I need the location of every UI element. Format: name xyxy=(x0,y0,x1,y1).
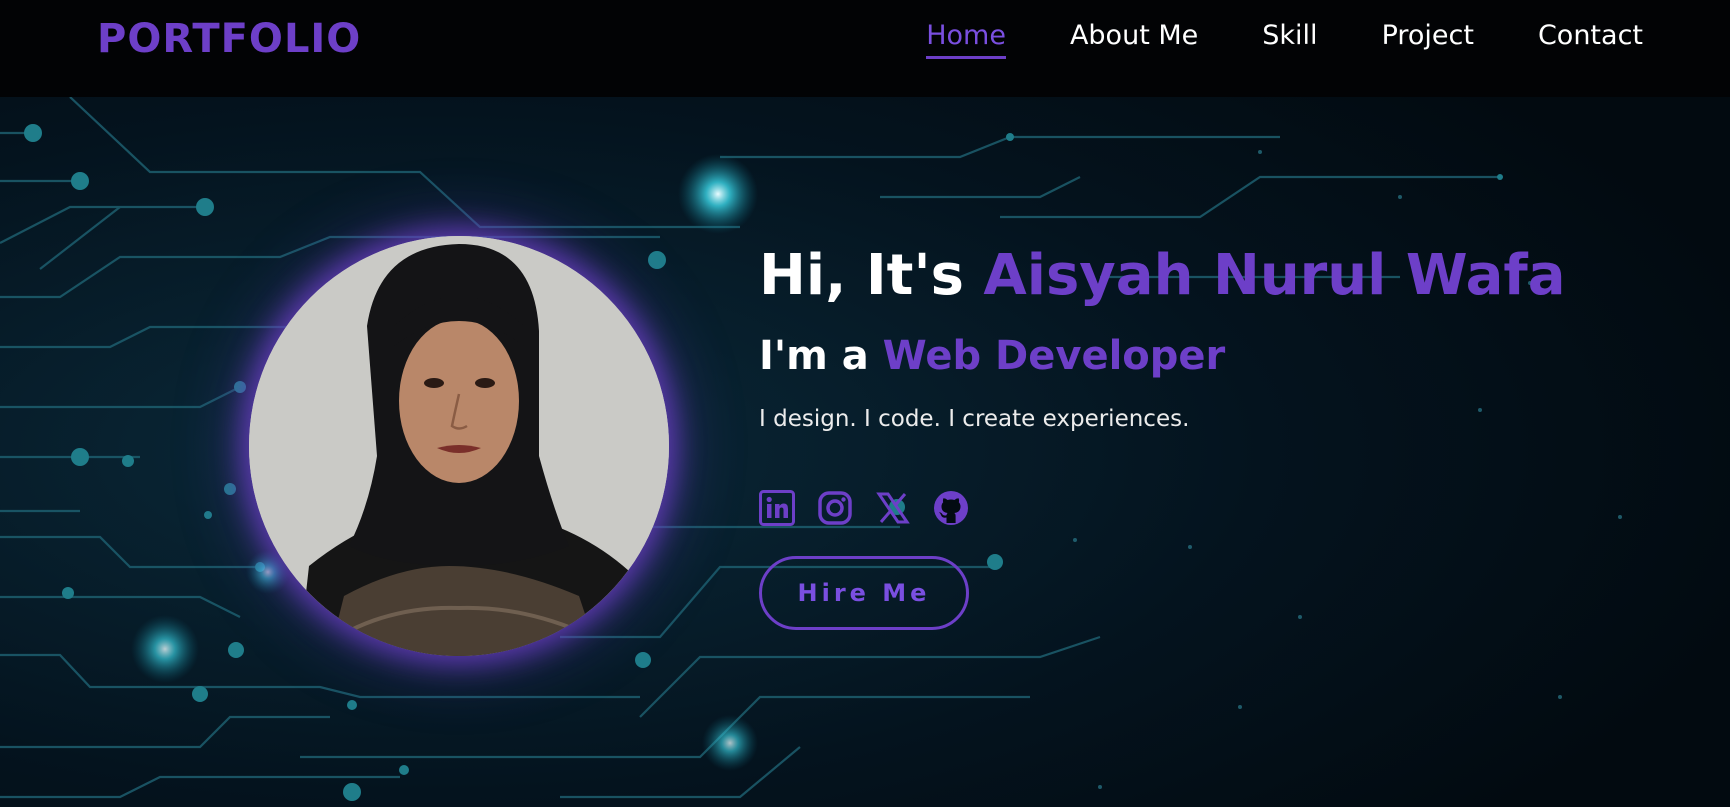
profile-photo xyxy=(249,236,669,656)
headline: Hi, It's Aisyah Nurul Wafa xyxy=(759,240,1566,312)
greeting-text: Hi, It's xyxy=(759,243,984,308)
instagram-icon[interactable] xyxy=(817,490,853,526)
linkedin-icon[interactable] xyxy=(759,490,795,526)
social-links xyxy=(759,490,1566,526)
nav-contact[interactable]: Contact xyxy=(1538,20,1643,59)
nav-home[interactable]: Home xyxy=(926,20,1006,59)
role-prefix-text: I'm a xyxy=(759,333,883,379)
nav-about-me[interactable]: About Me xyxy=(1070,20,1198,59)
name-text: Aisyah Nurul Wafa xyxy=(983,243,1566,308)
navbar: PORTFOLIO Home About Me Skill Project Co… xyxy=(0,0,1730,97)
nav-project[interactable]: Project xyxy=(1382,20,1474,59)
logo[interactable]: PORTFOLIO xyxy=(97,16,361,62)
tagline: I design. I code. I create experiences. xyxy=(759,406,1190,432)
portfolio-page: PORTFOLIO Home About Me Skill Project Co… xyxy=(0,0,1730,807)
role-heading: I'm a Web Developer xyxy=(759,330,1566,382)
hire-me-button[interactable]: Hire Me xyxy=(759,556,969,630)
role-text: Web Developer xyxy=(882,333,1226,379)
nav-skill[interactable]: Skill xyxy=(1262,20,1317,59)
nav-links: Home About Me Skill Project Contact xyxy=(926,20,1643,59)
github-icon[interactable] xyxy=(933,490,969,526)
hero-text: Hi, It's Aisyah Nurul Wafa I'm a Web Dev… xyxy=(759,240,1566,630)
x-icon[interactable] xyxy=(875,490,911,526)
